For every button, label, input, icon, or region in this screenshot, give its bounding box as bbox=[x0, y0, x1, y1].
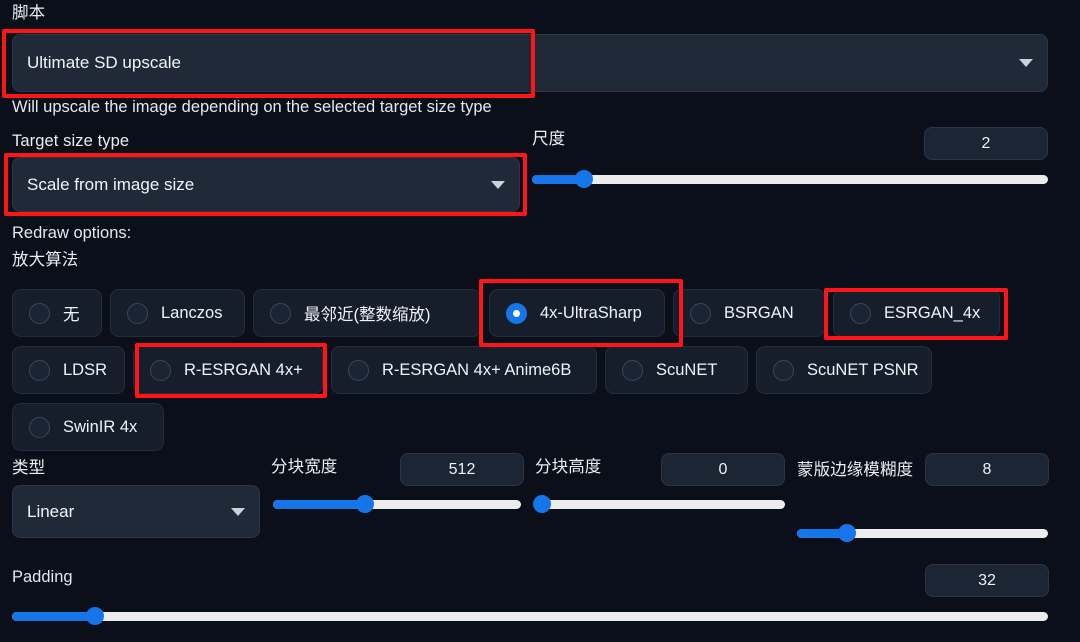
radio-icon bbox=[773, 359, 794, 381]
scale-slider-track bbox=[532, 175, 1048, 184]
radio-icon bbox=[850, 302, 871, 324]
upscaler-option-r-esrgan-4x-plus[interactable]: R-ESRGAN 4x+ bbox=[133, 346, 323, 394]
mask-blur-slider-thumb[interactable] bbox=[838, 524, 857, 542]
upscaler-option-label: ScuNET PSNR bbox=[807, 360, 919, 379]
scale-value-field[interactable]: 2 bbox=[924, 127, 1048, 160]
script-select-value: Ultimate SD upscale bbox=[27, 53, 182, 72]
radio-icon bbox=[29, 359, 50, 381]
tile-width-slider-thumb[interactable] bbox=[355, 495, 374, 513]
upscaler-option-esrgan-4x[interactable]: ESRGAN_4x bbox=[833, 289, 1000, 337]
padding-slider-track bbox=[12, 612, 1048, 621]
upscaler-option-nearest[interactable]: 最邻近(整数缩放) bbox=[253, 289, 481, 337]
tile-height-value-field[interactable]: 0 bbox=[661, 453, 785, 486]
script-label: 脚本 bbox=[12, 4, 46, 22]
mask-blur-value: 8 bbox=[982, 460, 992, 478]
upscaler-option-4x-ultrasharp[interactable]: 4x-UltraSharp bbox=[489, 289, 665, 337]
tile-width-label: 分块宽度 bbox=[271, 458, 338, 476]
upscaler-option-none[interactable]: 无 bbox=[12, 289, 102, 337]
redraw-options-label: Redraw options: bbox=[12, 224, 132, 242]
padding-value-field[interactable]: 32 bbox=[925, 564, 1049, 597]
radio-icon bbox=[348, 359, 369, 381]
script-select[interactable]: Ultimate SD upscale bbox=[12, 34, 1048, 92]
upscaler-option-label: R-ESRGAN 4x+ bbox=[184, 360, 303, 379]
upscaler-option-bsrgan[interactable]: BSRGAN bbox=[673, 289, 825, 337]
upscaler-option-swinir-4x[interactable]: SwinIR 4x bbox=[12, 403, 164, 451]
seams-fix-type-value: Linear bbox=[27, 501, 75, 521]
tile-height-slider-track bbox=[537, 500, 785, 509]
tile-height-label: 分块高度 bbox=[535, 458, 602, 476]
radio-icon bbox=[690, 302, 711, 324]
padding-value: 32 bbox=[978, 571, 996, 589]
upscaler-option-label: Lanczos bbox=[161, 303, 223, 322]
upscaler-option-label: ESRGAN_4x bbox=[884, 303, 981, 322]
target-size-type-label: Target size type bbox=[12, 132, 130, 150]
tile-width-value-field[interactable]: 512 bbox=[400, 453, 524, 486]
upscaler-option-label: ScuNET bbox=[656, 360, 718, 379]
upscaler-option-r-esrgan-4x-plus-anime6b[interactable]: R-ESRGAN 4x+ Anime6B bbox=[331, 346, 597, 394]
mask-blur-slider[interactable] bbox=[797, 524, 1048, 542]
mask-blur-value-field[interactable]: 8 bbox=[925, 453, 1049, 486]
radio-icon bbox=[150, 359, 171, 381]
target-size-type-select[interactable]: Scale from image size bbox=[12, 157, 520, 212]
padding-slider-thumb[interactable] bbox=[85, 607, 104, 625]
upscaler-option-scunet-psnr[interactable]: ScuNET PSNR bbox=[756, 346, 932, 394]
upscaler-label: 放大算法 bbox=[12, 251, 79, 269]
radio-icon bbox=[29, 302, 50, 324]
padding-slider-fill bbox=[12, 612, 95, 621]
padding-label: Padding bbox=[12, 568, 73, 586]
seams-fix-type-label: 类型 bbox=[12, 459, 46, 477]
scale-slider[interactable] bbox=[532, 170, 1048, 188]
chevron-down-icon bbox=[491, 180, 505, 189]
script-description: Will upscale the image depending on the … bbox=[12, 98, 492, 116]
chevron-down-icon bbox=[231, 507, 245, 516]
upscaler-option-ldsr[interactable]: LDSR bbox=[12, 346, 125, 394]
upscaler-option-label: SwinIR 4x bbox=[63, 417, 138, 436]
radio-icon bbox=[29, 416, 50, 438]
upscaler-option-label: R-ESRGAN 4x+ Anime6B bbox=[382, 360, 572, 379]
tile-height-slider-thumb[interactable] bbox=[532, 495, 551, 513]
seams-fix-type-select[interactable]: Linear bbox=[12, 485, 260, 538]
scale-slider-thumb[interactable] bbox=[574, 170, 593, 188]
upscaler-option-scunet[interactable]: ScuNET bbox=[605, 346, 748, 394]
radio-icon bbox=[270, 302, 291, 324]
chevron-down-icon bbox=[1019, 59, 1033, 67]
tile-width-value: 512 bbox=[448, 460, 476, 478]
target-size-type-value: Scale from image size bbox=[27, 174, 195, 194]
radio-icon bbox=[127, 302, 148, 324]
upscaler-option-label: 最邻近(整数缩放) bbox=[304, 306, 431, 324]
upscaler-option-label: 4x-UltraSharp bbox=[540, 303, 642, 322]
upscaler-option-label: 无 bbox=[63, 306, 80, 324]
radio-icon bbox=[506, 302, 527, 324]
scale-label: 尺度 bbox=[532, 130, 566, 148]
scale-value: 2 bbox=[981, 134, 991, 152]
upscaler-option-label: BSRGAN bbox=[724, 303, 794, 322]
mask-blur-label: 蒙版边缘模糊度 bbox=[797, 461, 914, 479]
upscaler-option-lanczos[interactable]: Lanczos bbox=[110, 289, 245, 337]
tile-width-slider-fill bbox=[273, 500, 365, 509]
tile-height-value: 0 bbox=[718, 460, 728, 478]
tile-height-slider[interactable] bbox=[532, 495, 785, 513]
tile-width-slider[interactable] bbox=[273, 495, 521, 513]
radio-icon bbox=[622, 359, 643, 381]
upscaler-option-label: LDSR bbox=[63, 360, 108, 379]
padding-slider[interactable] bbox=[12, 607, 1048, 625]
